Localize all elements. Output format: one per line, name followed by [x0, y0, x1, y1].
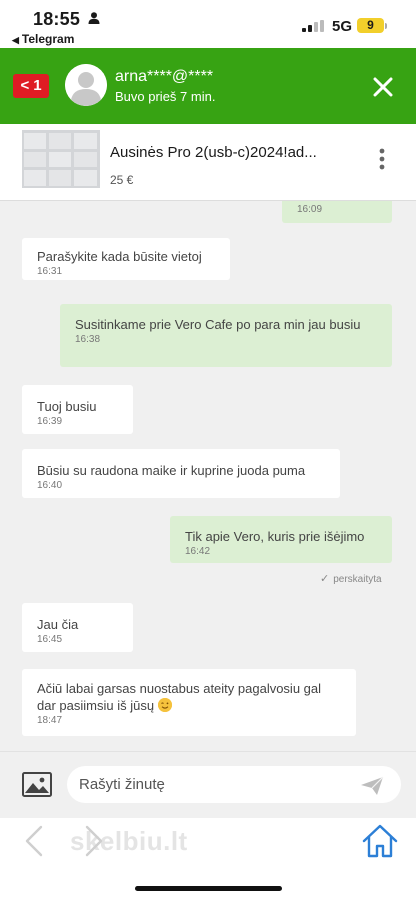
avatar[interactable] [65, 64, 107, 106]
composer-bar: Rašyti žinutę [0, 751, 416, 818]
message-bubble: Susitinkame prie Vero Cafe po para min j… [60, 304, 392, 367]
product-card[interactable]: Ausinės Pro 2(usb-c)2024!ad... 25 € [0, 124, 416, 201]
smiling-face-emoji-icon [157, 698, 172, 712]
chevron-left-icon: < [20, 77, 30, 94]
send-icon[interactable] [360, 776, 384, 796]
nav-back-icon[interactable] [24, 824, 44, 858]
image-icon[interactable] [22, 772, 52, 797]
message-input-placeholder: Rašyti žinutę [79, 776, 165, 793]
message-text: Tik apie Vero, kuris prie išėjimo [185, 529, 365, 544]
network-type: 5G [332, 18, 353, 35]
avatar-person-icon [65, 64, 107, 106]
message-time: 16:40 [37, 480, 63, 491]
product-thumbnail[interactable] [22, 130, 100, 188]
home-indicator[interactable] [135, 886, 282, 891]
message-time: 16:39 [37, 416, 63, 427]
message-text: Jau čia [37, 617, 79, 632]
read-receipt: ✓ perskaityta [320, 572, 382, 585]
browser-bottom-bar: skelbiu.lt [0, 818, 416, 900]
message-text: Parašykite kada būsite vietoj [37, 249, 202, 264]
read-receipt-label: perskaityta [333, 574, 382, 585]
more-vertical-icon[interactable] [377, 148, 387, 170]
check-icon: ✓ [320, 573, 330, 585]
home-icon[interactable] [362, 824, 398, 858]
status-time: 18:55 [33, 9, 81, 29]
person-icon [88, 12, 100, 24]
message-time: 16:09 [297, 204, 323, 215]
status-bar: 18:55 ◀ Telegram 5G 9 [0, 0, 416, 48]
message-time: 16:38 [75, 334, 101, 345]
message-text: Tuoj busiu [37, 399, 97, 414]
message-bubble: Jau čia 16:45 [22, 603, 133, 652]
message-bubble: 16:09 [282, 201, 392, 223]
message-bubble: Tuoj busiu 16:39 [22, 385, 133, 434]
message-text: Ačiū labai garsas nuostabus ateity pagal… [37, 680, 341, 714]
message-text-content: Ačiū labai garsas nuostabus ateity pagal… [37, 681, 322, 713]
back-button[interactable]: <1 [13, 74, 49, 98]
message-time: 16:42 [185, 546, 211, 557]
message-list[interactable]: 16:09 Parašykite kada būsite vietoj 16:3… [0, 201, 416, 751]
message-input[interactable]: Rašyti žinutę [67, 766, 401, 803]
chat-header: <1 arna****@**** Buvo prieš 7 min. [0, 48, 416, 124]
message-time: 16:31 [37, 266, 63, 277]
product-price: 25 € [110, 173, 134, 187]
contact-name: arna****@**** [115, 68, 214, 85]
back-count: 1 [33, 77, 42, 94]
product-title[interactable]: Ausinės Pro 2(usb-c)2024!ad... [110, 144, 317, 161]
contact-status: Buvo prieš 7 min. [115, 89, 216, 104]
close-icon[interactable] [372, 76, 394, 98]
message-time: 16:45 [37, 634, 63, 645]
back-to-telegram[interactable]: ◀ Telegram [12, 32, 74, 46]
back-app-label: Telegram [21, 32, 75, 46]
nav-forward-icon[interactable] [84, 824, 104, 858]
battery-cap [385, 23, 387, 29]
message-text: Susitinkame prie Vero Cafe po para min j… [75, 317, 361, 332]
message-text: Būsiu su raudona maike ir kuprine juoda … [37, 463, 306, 478]
product-image [22, 130, 100, 188]
message-bubble: Parašykite kada būsite vietoj 16:31 [22, 238, 230, 280]
battery-icon: 9 [357, 18, 384, 33]
message-bubble: Būsiu su raudona maike ir kuprine juoda … [22, 449, 340, 498]
signal-bars-icon [302, 20, 324, 32]
back-triangle-icon: ◀ [12, 35, 19, 45]
message-time: 18:47 [37, 715, 63, 726]
message-bubble: Ačiū labai garsas nuostabus ateity pagal… [22, 669, 356, 736]
message-bubble: Tik apie Vero, kuris prie išėjimo 16:42 [170, 516, 392, 563]
